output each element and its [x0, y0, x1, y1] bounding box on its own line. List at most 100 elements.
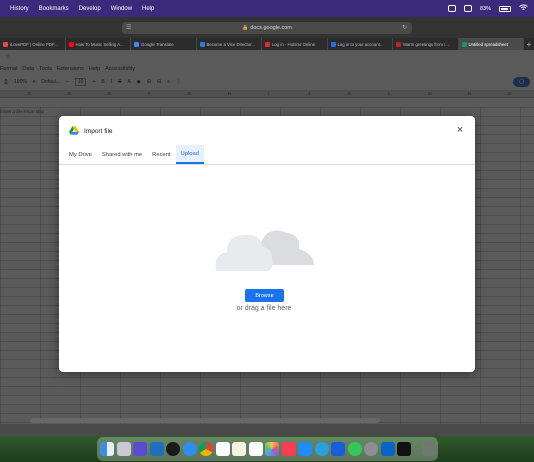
macos-dock	[97, 437, 438, 461]
browser-tab[interactable]: Google Translate	[131, 38, 197, 50]
column-label[interactable]: K	[348, 91, 351, 96]
close-icon[interactable]: ×	[454, 124, 466, 136]
browser-tab[interactable]: Log in to your account...	[328, 38, 393, 50]
reload-icon[interactable]: ↻	[402, 24, 407, 31]
browser-tab[interactable]: How To Music Selling A...	[66, 38, 131, 50]
music-icon[interactable]	[281, 442, 296, 456]
column-label[interactable]: C	[28, 91, 31, 96]
fill-color-icon[interactable]: ◆	[137, 79, 141, 85]
menu-accessibility[interactable]: Accessibility	[105, 66, 135, 72]
screen-icon[interactable]	[463, 5, 472, 12]
column-label[interactable]: L	[388, 91, 391, 96]
menu-help[interactable]: Help	[89, 66, 100, 72]
tab-upload[interactable]: Upload	[175, 145, 204, 164]
battery-icon[interactable]	[499, 5, 511, 12]
bitwarden-icon[interactable]	[331, 442, 345, 456]
font-size-decrease-button[interactable]: −	[66, 79, 69, 85]
format-icon[interactable]: ▾	[33, 79, 36, 85]
shortcuts-icon[interactable]	[133, 442, 147, 456]
bold-icon[interactable]: B	[101, 79, 104, 85]
font-size-input[interactable]: 10	[74, 78, 87, 86]
text-color-icon[interactable]: A	[127, 79, 130, 85]
safari-icon[interactable]	[182, 442, 197, 456]
reminders-icon[interactable]	[248, 442, 263, 456]
menu-window[interactable]: Window	[111, 6, 132, 12]
tab-my-drive[interactable]: My Drive	[64, 145, 97, 164]
whatsapp-icon[interactable]	[347, 442, 362, 456]
battery-percent: 83%	[479, 5, 491, 12]
notes-icon[interactable]	[232, 442, 246, 456]
font-select[interactable]: Defaul...	[41, 79, 60, 85]
browser-toolbar: ☰ 🔒 docs.google.com ↻	[0, 17, 534, 38]
zoom-select[interactable]: 100%	[14, 79, 27, 85]
new-tab-button[interactable]: +	[524, 38, 534, 50]
page-menu-icon[interactable]: ☰	[126, 24, 131, 31]
column-label[interactable]: I	[268, 91, 269, 96]
tab-recent[interactable]: Recent	[147, 145, 175, 164]
borders-icon[interactable]: ⊞	[147, 79, 151, 85]
column-label[interactable]: J	[308, 91, 310, 96]
column-label[interactable]: D	[68, 91, 71, 96]
calendar-icon[interactable]	[215, 442, 230, 456]
finder-icon[interactable]	[100, 442, 114, 456]
menu-data[interactable]: Data	[22, 66, 34, 72]
launchpad-icon[interactable]	[116, 442, 131, 456]
address-bar[interactable]: ☰ 🔒 docs.google.com ↻	[122, 21, 412, 34]
chatgpt-icon[interactable]	[166, 442, 180, 456]
browser-tab[interactable]: Become a Vice Director...	[197, 38, 262, 50]
control-center-icon[interactable]	[447, 5, 456, 12]
dialog-title: Import file	[84, 127, 113, 135]
italic-icon[interactable]: I	[111, 79, 112, 85]
browser-tab-active[interactable]: Untitled spreadsheet	[458, 38, 524, 50]
align-icon[interactable]: ≡	[167, 79, 170, 85]
import-file-dialog: Import file × My Drive Shared with me Re…	[59, 116, 475, 372]
browse-button[interactable]: Browse	[245, 289, 284, 302]
tab-shared-with-me[interactable]: Shared with me	[97, 145, 147, 164]
menu-tools[interactable]: Tools	[39, 66, 52, 72]
merge-icon[interactable]: ⊟	[157, 79, 161, 85]
column-label[interactable]: G	[188, 91, 192, 96]
macos-menubar: History Bookmarks Develop Window Help 83…	[0, 0, 534, 17]
outlook-icon[interactable]	[380, 442, 395, 456]
trash-icon[interactable]	[421, 442, 436, 456]
menu-develop[interactable]: Develop	[79, 6, 101, 12]
browser-tab[interactable]: iLovePDF | Online PDF...	[0, 38, 66, 50]
column-label[interactable]: O	[508, 91, 512, 96]
doc-title-row: ☆	[0, 50, 534, 63]
url-text: docs.google.com	[250, 24, 292, 31]
menu-format[interactable]: Format	[0, 66, 17, 72]
tab-favicon-icon	[68, 41, 74, 47]
vscode-icon[interactable]	[149, 442, 164, 456]
settings-icon[interactable]	[364, 442, 378, 456]
column-label[interactable]: F	[148, 91, 151, 96]
terminal-icon[interactable]	[397, 442, 411, 456]
share-button[interactable]: ▢	[513, 77, 530, 87]
font-size-increase-button[interactable]: +	[92, 79, 95, 85]
column-label[interactable]: M	[428, 91, 432, 96]
browser-tab[interactable]: Warm greetings from I...	[393, 38, 459, 50]
chrome-icon[interactable]	[199, 442, 213, 456]
browser-tab[interactable]: Log in - Hotsmr Online	[262, 38, 328, 50]
column-label[interactable]: E	[108, 91, 111, 96]
wifi-icon[interactable]	[519, 4, 528, 13]
tab-favicon-icon	[134, 41, 139, 47]
horizontal-scrollbar[interactable]	[30, 418, 380, 423]
menu-bookmarks[interactable]: Bookmarks	[39, 6, 69, 12]
menu-help[interactable]: Help	[142, 6, 154, 12]
telegram-icon[interactable]	[314, 442, 329, 456]
strikethrough-icon[interactable]: S	[118, 79, 121, 85]
tab-favicon-icon	[265, 41, 270, 47]
more-icon[interactable]: ⋮	[176, 79, 181, 85]
menu-extensions[interactable]: Extensions	[57, 66, 84, 72]
tab-bar: iLovePDF | Online PDF... How To Music Se…	[0, 38, 534, 50]
cell-hint: Insert a file smart chip	[0, 109, 45, 114]
appstore-icon[interactable]	[298, 442, 312, 456]
tab-favicon-icon	[3, 41, 8, 47]
star-icon[interactable]: ☆	[6, 54, 10, 60]
tab-favicon-icon	[330, 41, 336, 47]
photos-icon[interactable]	[265, 442, 279, 456]
column-label[interactable]: H	[228, 91, 231, 96]
print-icon[interactable]: ⎙	[4, 79, 8, 85]
column-label[interactable]: N	[468, 91, 471, 96]
menu-history[interactable]: History	[10, 6, 29, 12]
